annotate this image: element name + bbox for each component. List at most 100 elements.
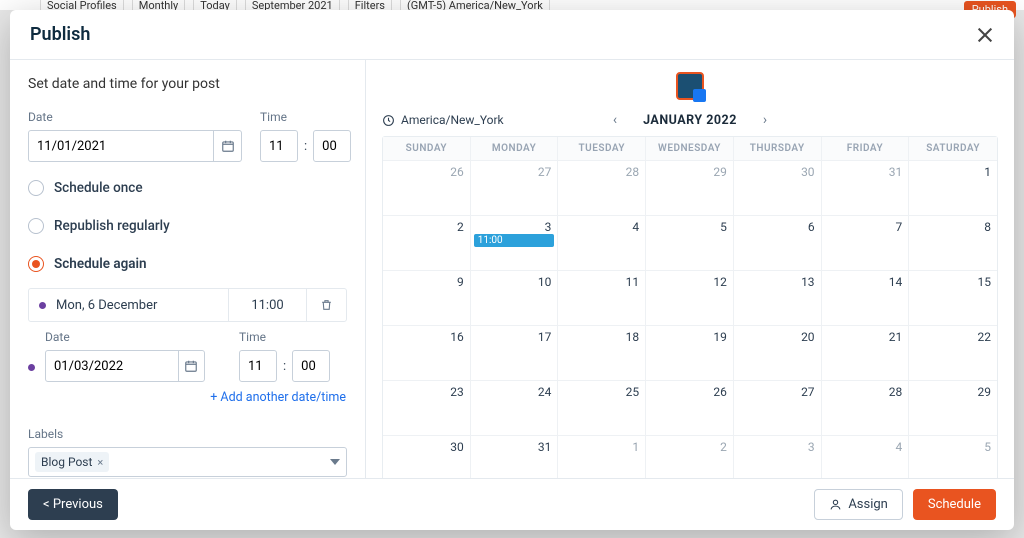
calendar-day-cell[interactable]: 30 [383,435,471,478]
calendar-day-cell[interactable]: 16 [383,325,471,380]
weekday-label: MONDAY [471,137,559,160]
second-min-input-wrap[interactable] [292,350,330,382]
calendar-day-cell[interactable]: 27 [734,380,822,435]
calendar-day-cell[interactable]: 1 [558,435,646,478]
calendar-days: 26272829303112311:0045678910111213141516… [383,160,997,478]
second-hour-input-wrap[interactable] [239,350,277,382]
calendar-day-cell[interactable]: 31 [471,435,559,478]
calendar-day-cell[interactable]: 2 [383,215,471,270]
chevron-down-icon[interactable] [330,459,340,465]
calendar-day-cell[interactable]: 18 [558,325,646,380]
calendar-day-cell[interactable]: 28 [822,380,910,435]
labels-select[interactable]: Blog Post × [28,447,347,477]
delete-scheduled-entry[interactable] [306,289,346,321]
radio-dot-icon [28,218,44,234]
calendar-day-cell[interactable]: 15 [909,270,997,325]
calendar-day-cell[interactable]: 26 [383,160,471,215]
calendar-day-cell[interactable]: 4 [558,215,646,270]
scheduled-entry-name: Mon, 6 December [56,298,228,313]
calendar-day-cell[interactable]: 19 [646,325,734,380]
calendar-day-cell[interactable]: 11 [558,270,646,325]
calendar-day-cell[interactable]: 12 [646,270,734,325]
day-number: 3 [808,440,815,454]
social-profile-icon[interactable] [676,72,704,100]
calendar-day-cell[interactable]: 23 [383,380,471,435]
calendar-day-cell[interactable]: 29 [909,380,997,435]
calendar-day-cell[interactable]: 26 [646,380,734,435]
calendar-day-cell[interactable]: 14 [822,270,910,325]
calendar-day-cell[interactable]: 5 [909,435,997,478]
calendar-icon[interactable] [213,131,241,161]
day-number: 20 [801,330,815,344]
calendar-next-button[interactable]: › [755,108,775,132]
day-number: 1 [632,440,639,454]
calendar-day-cell[interactable]: 17 [471,325,559,380]
second-date-field: Date [45,330,205,382]
assign-button-label: Assign [848,497,888,512]
calendar-day-cell[interactable]: 8 [909,215,997,270]
second-datetime-row: Date Time : [28,330,347,382]
calendar-prev-button[interactable]: ‹ [605,108,625,132]
day-number: 27 [538,165,552,179]
primary-date-input-wrap[interactable] [28,130,242,162]
weekday-label: TUESDAY [558,137,646,160]
calendar-day-cell[interactable]: 24 [471,380,559,435]
day-number: 4 [632,220,639,234]
second-hour-input[interactable] [240,351,276,381]
second-date-input[interactable] [46,351,178,381]
calendar-weekday-header: SUNDAYMONDAYTUESDAYWEDNESDAYTHURSDAYFRID… [383,137,997,160]
calendar-day-cell[interactable]: 7 [822,215,910,270]
primary-hour-input-wrap[interactable] [260,130,298,162]
close-icon[interactable] [976,26,994,44]
trash-icon [320,298,333,312]
radio-schedule-once[interactable]: Schedule once [28,180,347,196]
clock-icon [382,114,395,127]
weekday-label: SATURDAY [909,137,997,160]
day-number: 1 [984,165,991,179]
right-pane: America/New_York ‹ JANUARY 2022 › SUNDAY… [366,60,1014,478]
calendar-event[interactable]: 11:00 [474,234,555,247]
day-number: 5 [720,220,727,234]
primary-hour-input[interactable] [261,131,297,161]
add-another-datetime-link[interactable]: + Add another date/time [28,390,346,405]
time-colon: : [283,359,286,374]
primary-date-input[interactable] [29,131,213,161]
calendar-day-cell[interactable]: 20 [734,325,822,380]
calendar-day-cell[interactable]: 13 [734,270,822,325]
day-number: 19 [713,330,727,344]
calendar-day-cell[interactable]: 311:00 [471,215,559,270]
previous-button[interactable]: < Previous [28,489,118,520]
schedule-button[interactable]: Schedule [913,489,996,520]
second-date-input-wrap[interactable] [45,350,205,382]
second-time-label: Time [239,330,330,344]
calendar-day-cell[interactable]: 25 [558,380,646,435]
calendar-day-cell[interactable]: 10 [471,270,559,325]
calendar-day-cell[interactable]: 29 [646,160,734,215]
radio-dot-icon [28,180,44,196]
second-min-input[interactable] [293,351,329,381]
day-number: 26 [450,165,464,179]
calendar-icon[interactable] [178,351,204,381]
remove-chip-icon[interactable]: × [97,456,103,469]
calendar-day-cell[interactable]: 4 [822,435,910,478]
calendar-day-cell[interactable]: 27 [471,160,559,215]
calendar-day-cell[interactable]: 2 [646,435,734,478]
calendar-day-cell[interactable]: 6 [734,215,822,270]
calendar-day-cell[interactable]: 5 [646,215,734,270]
day-number: 26 [713,385,727,399]
radio-schedule-again[interactable]: Schedule again [28,256,347,272]
calendar-day-cell[interactable]: 22 [909,325,997,380]
radio-republish-regularly[interactable]: Republish regularly [28,218,347,234]
calendar-day-cell[interactable]: 28 [558,160,646,215]
calendar-day-cell[interactable]: 30 [734,160,822,215]
calendar-day-cell[interactable]: 3 [734,435,822,478]
primary-min-input[interactable] [314,131,350,161]
calendar-day-cell[interactable]: 21 [822,325,910,380]
calendar-day-cell[interactable]: 9 [383,270,471,325]
primary-min-input-wrap[interactable] [313,130,351,162]
calendar-day-cell[interactable]: 31 [822,160,910,215]
calendar-day-cell[interactable]: 1 [909,160,997,215]
assign-button[interactable]: Assign [814,489,903,520]
day-number: 2 [457,220,464,234]
day-number: 31 [889,165,903,179]
